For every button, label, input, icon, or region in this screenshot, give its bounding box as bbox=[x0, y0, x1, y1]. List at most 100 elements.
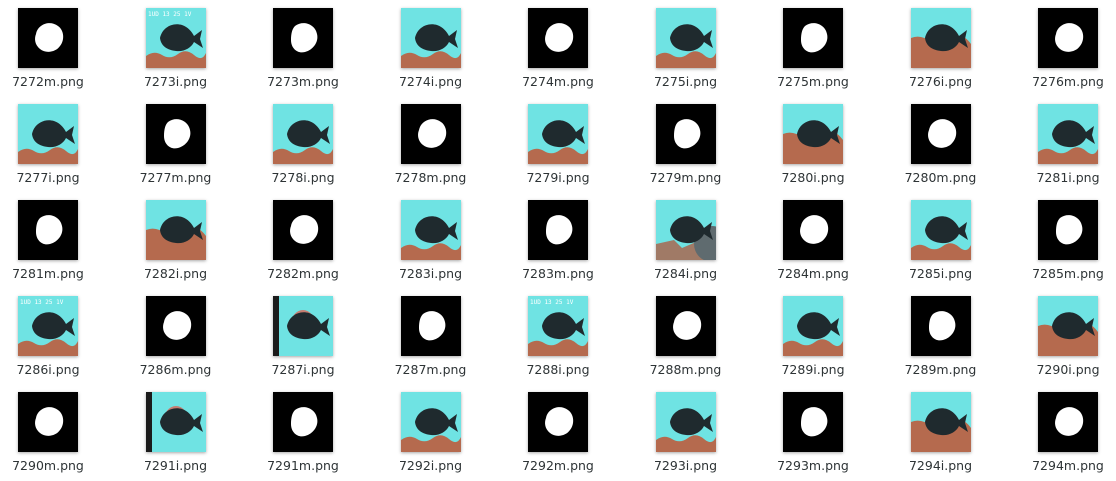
file-item[interactable]: 7291m.png bbox=[248, 384, 358, 480]
file-thumbnail[interactable] bbox=[910, 296, 971, 356]
file-item[interactable]: 1UD 13 25 1V 7288i.png bbox=[503, 288, 613, 384]
file-thumbnail[interactable] bbox=[783, 200, 843, 260]
mask-thumbnail bbox=[145, 104, 206, 164]
file-thumbnail[interactable] bbox=[783, 392, 843, 452]
file-thumbnail[interactable] bbox=[400, 392, 461, 452]
file-thumbnail[interactable] bbox=[910, 392, 971, 452]
file-item[interactable]: 7278i.png bbox=[248, 96, 358, 192]
file-item[interactable]: 7282m.png bbox=[248, 192, 358, 288]
file-thumbnail[interactable] bbox=[528, 8, 588, 68]
file-item[interactable]: 7276i.png bbox=[886, 0, 996, 96]
file-thumbnail[interactable] bbox=[910, 200, 971, 260]
image-thumbnail bbox=[145, 392, 206, 452]
file-thumbnail[interactable] bbox=[655, 104, 716, 164]
file-item[interactable]: 7289i.png bbox=[758, 288, 868, 384]
file-item[interactable]: 7278m.png bbox=[376, 96, 486, 192]
file-item[interactable]: 7282i.png bbox=[121, 192, 231, 288]
file-item[interactable]: 7287i.png bbox=[248, 288, 358, 384]
file-thumbnail[interactable] bbox=[273, 8, 333, 68]
file-thumbnail[interactable] bbox=[273, 200, 333, 260]
file-item[interactable]: 7284m.png bbox=[758, 192, 868, 288]
file-item[interactable]: 7293i.png bbox=[631, 384, 741, 480]
file-thumbnail[interactable] bbox=[273, 296, 333, 356]
file-item[interactable]: 7279i.png bbox=[503, 96, 613, 192]
file-thumbnail[interactable] bbox=[145, 296, 206, 356]
file-thumbnail[interactable] bbox=[400, 8, 461, 68]
file-thumbnail[interactable] bbox=[528, 104, 588, 164]
file-thumbnail[interactable] bbox=[145, 200, 206, 260]
file-item[interactable]: 7293m.png bbox=[758, 384, 868, 480]
file-item[interactable]: 1UD 13 25 1V 7286i.png bbox=[0, 288, 103, 384]
file-item[interactable]: 7290i.png bbox=[1013, 288, 1116, 384]
file-item[interactable]: 7284i.png bbox=[631, 192, 741, 288]
file-thumbnail[interactable] bbox=[400, 200, 461, 260]
file-item[interactable]: 7288m.png bbox=[631, 288, 741, 384]
file-item[interactable]: 7290m.png bbox=[0, 384, 103, 480]
file-item[interactable]: 7285m.png bbox=[1013, 192, 1116, 288]
file-item[interactable]: 7275i.png bbox=[631, 0, 741, 96]
file-thumbnail[interactable] bbox=[655, 200, 716, 260]
file-thumbnail[interactable] bbox=[655, 296, 716, 356]
mask-thumbnail bbox=[910, 296, 971, 356]
file-item[interactable]: 7283m.png bbox=[503, 192, 613, 288]
file-thumbnail[interactable] bbox=[400, 296, 461, 356]
file-item[interactable]: 7274i.png bbox=[376, 0, 486, 96]
file-item[interactable]: 7291i.png bbox=[121, 384, 231, 480]
file-thumbnail[interactable] bbox=[18, 104, 78, 164]
file-thumbnail[interactable] bbox=[273, 392, 333, 452]
file-thumbnail[interactable] bbox=[783, 104, 843, 164]
file-item[interactable]: 7292m.png bbox=[503, 384, 613, 480]
file-thumbnail[interactable] bbox=[400, 104, 461, 164]
mask-thumbnail bbox=[528, 8, 588, 68]
file-item[interactable]: 7285i.png bbox=[886, 192, 996, 288]
file-item[interactable]: 7279m.png bbox=[631, 96, 741, 192]
file-thumbnail[interactable]: 1UD 13 25 1V bbox=[18, 296, 78, 356]
file-thumbnail[interactable] bbox=[910, 104, 971, 164]
file-thumbnail[interactable] bbox=[1038, 104, 1098, 164]
file-thumbnail[interactable] bbox=[528, 392, 588, 452]
file-item[interactable]: 7283i.png bbox=[376, 192, 486, 288]
file-thumbnail[interactable] bbox=[910, 8, 971, 68]
file-thumbnail[interactable] bbox=[655, 8, 716, 68]
file-thumbnail[interactable] bbox=[783, 296, 843, 356]
file-item[interactable]: 7272m.png bbox=[0, 0, 103, 96]
file-name-label: 7286i.png bbox=[16, 362, 80, 377]
file-item[interactable]: 7276m.png bbox=[1013, 0, 1116, 96]
file-thumbnail[interactable] bbox=[145, 104, 206, 164]
file-item[interactable]: 1UD 13 25 1V 7273i.png bbox=[121, 0, 231, 96]
file-item[interactable]: 7292i.png bbox=[376, 384, 486, 480]
file-thumbnail[interactable] bbox=[18, 392, 78, 452]
file-name-label: 7294m.png bbox=[1032, 458, 1104, 473]
file-thumbnail[interactable]: 1UD 13 25 1V bbox=[528, 296, 588, 356]
file-item[interactable]: 7274m.png bbox=[503, 0, 613, 96]
file-item[interactable]: 7281i.png bbox=[1013, 96, 1116, 192]
file-thumbnail[interactable] bbox=[145, 392, 206, 452]
file-thumbnail[interactable] bbox=[655, 392, 716, 452]
file-thumbnail[interactable]: 1UD 13 25 1V bbox=[145, 8, 206, 68]
file-name-label: 7278m.png bbox=[394, 170, 467, 185]
file-thumbnail[interactable] bbox=[1038, 296, 1098, 356]
file-thumbnail[interactable] bbox=[1038, 200, 1098, 260]
file-item[interactable]: 7289m.png bbox=[886, 288, 996, 384]
file-item[interactable]: 7280i.png bbox=[758, 96, 868, 192]
file-item[interactable]: 7275m.png bbox=[758, 0, 868, 96]
file-thumbnail[interactable] bbox=[1038, 8, 1098, 68]
file-thumbnail[interactable] bbox=[783, 8, 843, 68]
file-item[interactable]: 7294i.png bbox=[886, 384, 996, 480]
image-thumbnail bbox=[910, 392, 971, 452]
mask-thumbnail bbox=[273, 200, 333, 260]
file-thumbnail[interactable] bbox=[18, 8, 78, 68]
file-thumbnail[interactable] bbox=[18, 200, 78, 260]
file-item[interactable]: 7277m.png bbox=[121, 96, 231, 192]
file-item[interactable]: 7273m.png bbox=[248, 0, 358, 96]
file-item[interactable]: 7294m.png bbox=[1013, 384, 1116, 480]
file-thumbnail[interactable] bbox=[528, 200, 588, 260]
file-thumbnail[interactable] bbox=[1038, 392, 1098, 452]
file-item[interactable]: 7280m.png bbox=[886, 96, 996, 192]
file-item[interactable]: 7287m.png bbox=[376, 288, 486, 384]
file-item[interactable]: 7286m.png bbox=[121, 288, 231, 384]
file-item[interactable]: 7281m.png bbox=[0, 192, 103, 288]
file-item[interactable]: 7277i.png bbox=[0, 96, 103, 192]
timestamp-overlay: 1UD 13 25 1V bbox=[20, 299, 64, 306]
file-thumbnail[interactable] bbox=[273, 104, 333, 164]
